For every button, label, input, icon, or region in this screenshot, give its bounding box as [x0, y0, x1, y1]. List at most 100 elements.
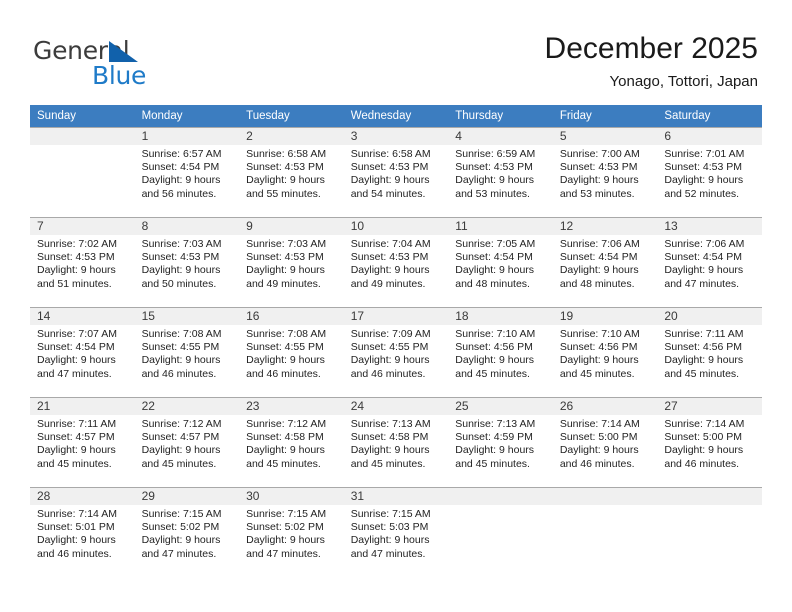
day-detail-sunset: Sunset: 4:53 PM — [246, 161, 324, 174]
calendar-cell[interactable]: 20 Sunrise: 7:11 AM Sunset: 4:56 PM Dayligh… — [657, 307, 762, 393]
day-detail-sunset: Sunset: 4:57 PM — [141, 431, 220, 444]
calendar-cell[interactable]: 29 Sunrise: 7:15 AM Sunset: 5:02 PM Dayligh… — [134, 487, 240, 573]
day-number: 16 — [239, 308, 344, 325]
day-details: Sunrise: 7:10 AM Sunset: 4:56 PM Daylight:… — [448, 325, 553, 381]
calendar-body: 1 Sunrise: 6:57 AM Sunset: 4:54 PM Daylight… — [30, 127, 762, 573]
calendar-cell[interactable]: 18 Sunrise: 7:10 AM Sunset: 4:56 PM Dayligh… — [448, 307, 553, 393]
day-detail-sunrise: Sunrise: 7:09 AM — [350, 328, 431, 340]
day-details: Sunrise: 7:14 AM Sunset: 5:00 PM Daylight:… — [553, 415, 658, 471]
day-detail-daylight1: Daylight: 9 hours — [141, 354, 221, 367]
calendar-cell[interactable]: 27 Sunrise: 7:14 AM Sunset: 5:00 PM Dayligh… — [657, 397, 762, 483]
day-detail-sunset: Sunset: 4:53 PM — [141, 251, 220, 264]
calendar-cell[interactable]: 30 Sunrise: 7:15 AM Sunset: 5:02 PM Dayligh… — [239, 487, 344, 573]
day-detail-sunrise: Sunrise: 7:15 AM — [246, 508, 327, 520]
day-detail-sunset: Sunset: 4:55 PM — [246, 341, 324, 354]
day-details: Sunrise: 7:06 AM Sunset: 4:54 PM Daylight:… — [657, 235, 762, 291]
day-details: Sunrise: 6:59 AM Sunset: 4:53 PM Daylight:… — [448, 145, 553, 201]
day-detail-sunrise: Sunrise: 7:06 AM — [559, 238, 640, 250]
day-number: 24 — [343, 398, 449, 415]
calendar-cell[interactable]: 25 Sunrise: 7:13 AM Sunset: 4:59 PM Dayligh… — [448, 397, 553, 483]
calendar-cell[interactable]: 16 Sunrise: 7:08 AM Sunset: 4:55 PM Dayligh… — [239, 307, 344, 393]
calendar-cell[interactable]: 5 Sunrise: 7:00 AM Sunset: 4:53 PM Daylight… — [552, 127, 658, 213]
day-details: Sunrise: 7:12 AM Sunset: 4:57 PM Daylight:… — [135, 415, 240, 471]
weekday-header-tuesday: Tuesday — [239, 105, 344, 127]
calendar-cell[interactable]: 28 Sunrise: 7:14 AM Sunset: 5:01 PM Dayligh… — [30, 487, 135, 573]
day-detail-daylight2: and 49 minutes. — [350, 277, 426, 290]
day-detail-sunset: Sunset: 4:56 PM — [664, 341, 743, 354]
day-cell-empty — [552, 487, 658, 573]
day-number — [30, 128, 135, 145]
day-number: 2 — [239, 128, 344, 145]
calendar-cell[interactable]: 9 Sunrise: 7:03 AM Sunset: 4:53 PM Daylight… — [239, 217, 344, 303]
day-detail-daylight2: and 45 minutes. — [350, 457, 426, 470]
day-detail-daylight1: Daylight: 9 hours — [559, 264, 639, 277]
calendar-cell[interactable]: 4 Sunrise: 6:59 AM Sunset: 4:53 PM Daylight… — [448, 127, 553, 213]
day-cell: 5 Sunrise: 7:00 AM Sunset: 4:53 PM Daylight… — [552, 127, 658, 213]
logo-triangle-icon — [109, 41, 138, 62]
day-cell: 6 Sunrise: 7:01 AM Sunset: 4:53 PM Daylight… — [657, 127, 762, 213]
title-block: December 2025 Yonago, Tottori, Japan — [545, 30, 758, 93]
day-detail-daylight2: and 46 minutes. — [141, 367, 217, 380]
day-details: Sunrise: 7:08 AM Sunset: 4:55 PM Daylight:… — [239, 325, 344, 381]
weekday-header-friday: Friday — [552, 105, 658, 127]
calendar-cell[interactable]: 22 Sunrise: 7:12 AM Sunset: 4:57 PM Dayligh… — [134, 397, 240, 483]
calendar-cell[interactable]: 24 Sunrise: 7:13 AM Sunset: 4:58 PM Dayligh… — [343, 397, 449, 483]
day-cell: 9 Sunrise: 7:03 AM Sunset: 4:53 PM Daylight… — [239, 217, 344, 303]
day-number: 31 — [343, 488, 449, 505]
calendar-cell[interactable]: 21 Sunrise: 7:11 AM Sunset: 4:57 PM Dayligh… — [30, 397, 135, 483]
day-detail-sunset: Sunset: 4:53 PM — [350, 161, 429, 174]
calendar-cell[interactable]: 1 Sunrise: 6:57 AM Sunset: 4:54 PM Daylight… — [134, 127, 240, 213]
day-detail-daylight1: Daylight: 9 hours — [559, 174, 639, 187]
day-number: 27 — [657, 398, 762, 415]
calendar-cell[interactable]: 26 Sunrise: 7:14 AM Sunset: 5:00 PM Dayligh… — [552, 397, 658, 483]
day-number: 22 — [134, 398, 240, 415]
day-details: Sunrise: 7:14 AM Sunset: 5:01 PM Daylight:… — [30, 505, 135, 561]
day-cell: 3 Sunrise: 6:58 AM Sunset: 4:53 PM Daylight… — [343, 127, 449, 213]
weekday-header-monday: Monday — [134, 105, 240, 127]
calendar-cell[interactable]: 11 Sunrise: 7:05 AM Sunset: 4:54 PM Dayligh… — [448, 217, 553, 303]
day-details: Sunrise: 7:11 AM Sunset: 4:57 PM Daylight:… — [30, 415, 135, 471]
calendar-cell[interactable]: 12 Sunrise: 7:06 AM Sunset: 4:54 PM Dayligh… — [552, 217, 658, 303]
day-detail-daylight2: and 51 minutes. — [37, 277, 112, 290]
day-detail-daylight1: Daylight: 9 hours — [246, 264, 325, 277]
calendar-cell[interactable]: 19 Sunrise: 7:10 AM Sunset: 4:56 PM Dayligh… — [552, 307, 658, 393]
day-details: Sunrise: 7:05 AM Sunset: 4:54 PM Daylight:… — [448, 235, 553, 291]
day-detail-sunset: Sunset: 4:53 PM — [350, 251, 429, 264]
calendar-cell[interactable]: 15 Sunrise: 7:08 AM Sunset: 4:55 PM Dayligh… — [134, 307, 240, 393]
page-subtitle: Yonago, Tottori, Japan — [609, 73, 758, 90]
day-cell: 24 Sunrise: 7:13 AM Sunset: 4:58 PM Dayligh… — [343, 397, 449, 483]
day-detail-daylight1: Daylight: 9 hours — [455, 354, 535, 367]
day-detail-daylight2: and 47 minutes. — [141, 547, 217, 560]
day-detail-sunrise: Sunrise: 7:03 AM — [141, 238, 222, 250]
calendar-cell[interactable]: 10 Sunrise: 7:04 AM Sunset: 4:53 PM Dayligh… — [343, 217, 449, 303]
day-detail-daylight1: Daylight: 9 hours — [141, 444, 221, 457]
day-detail-daylight1: Daylight: 9 hours — [664, 444, 744, 457]
day-number: 23 — [239, 398, 344, 415]
calendar-cell[interactable]: 8 Sunrise: 7:03 AM Sunset: 4:53 PM Daylight… — [134, 217, 240, 303]
day-detail-daylight2: and 45 minutes. — [664, 367, 740, 380]
day-detail-daylight1: Daylight: 9 hours — [246, 534, 325, 547]
day-detail-sunrise: Sunrise: 7:12 AM — [141, 418, 222, 430]
calendar-cell[interactable]: 13 Sunrise: 7:06 AM Sunset: 4:54 PM Dayligh… — [657, 217, 762, 303]
day-detail-sunrise: Sunrise: 7:04 AM — [350, 238, 431, 250]
calendar-cell[interactable]: 3 Sunrise: 6:58 AM Sunset: 4:53 PM Daylight… — [343, 127, 449, 213]
day-detail-sunrise: Sunrise: 7:12 AM — [246, 418, 327, 430]
day-cell: 13 Sunrise: 7:06 AM Sunset: 4:54 PM Dayligh… — [657, 217, 762, 303]
calendar-cell[interactable]: 14 Sunrise: 7:07 AM Sunset: 4:54 PM Dayligh… — [30, 307, 135, 393]
calendar-cell[interactable]: 7 Sunrise: 7:02 AM Sunset: 4:53 PM Daylight… — [30, 217, 135, 303]
calendar-cell[interactable]: 23 Sunrise: 7:12 AM Sunset: 4:58 PM Dayligh… — [239, 397, 344, 483]
day-cell: 26 Sunrise: 7:14 AM Sunset: 5:00 PM Dayligh… — [552, 397, 658, 483]
calendar-cell[interactable]: 31 Sunrise: 7:15 AM Sunset: 5:03 PM Dayligh… — [343, 487, 449, 573]
calendar-cell[interactable]: 17 Sunrise: 7:09 AM Sunset: 4:55 PM Dayligh… — [343, 307, 449, 393]
day-cell: 4 Sunrise: 6:59 AM Sunset: 4:53 PM Daylight… — [448, 127, 553, 213]
day-detail-sunrise: Sunrise: 7:07 AM — [37, 328, 117, 340]
day-detail-sunset: Sunset: 4:55 PM — [141, 341, 220, 354]
day-cell-empty — [657, 487, 762, 573]
weekday-header-wednesday: Wednesday — [343, 105, 449, 127]
general-blue-logo[interactable]: General Blue — [33, 36, 203, 92]
day-detail-daylight2: and 46 minutes. — [664, 457, 740, 470]
calendar-cell[interactable]: 2 Sunrise: 6:58 AM Sunset: 4:53 PM Daylight… — [239, 127, 344, 213]
calendar-cell[interactable]: 6 Sunrise: 7:01 AM Sunset: 4:53 PM Daylight… — [657, 127, 762, 213]
day-detail-daylight2: and 47 minutes. — [664, 277, 740, 290]
day-detail-daylight2: and 45 minutes. — [559, 367, 635, 380]
